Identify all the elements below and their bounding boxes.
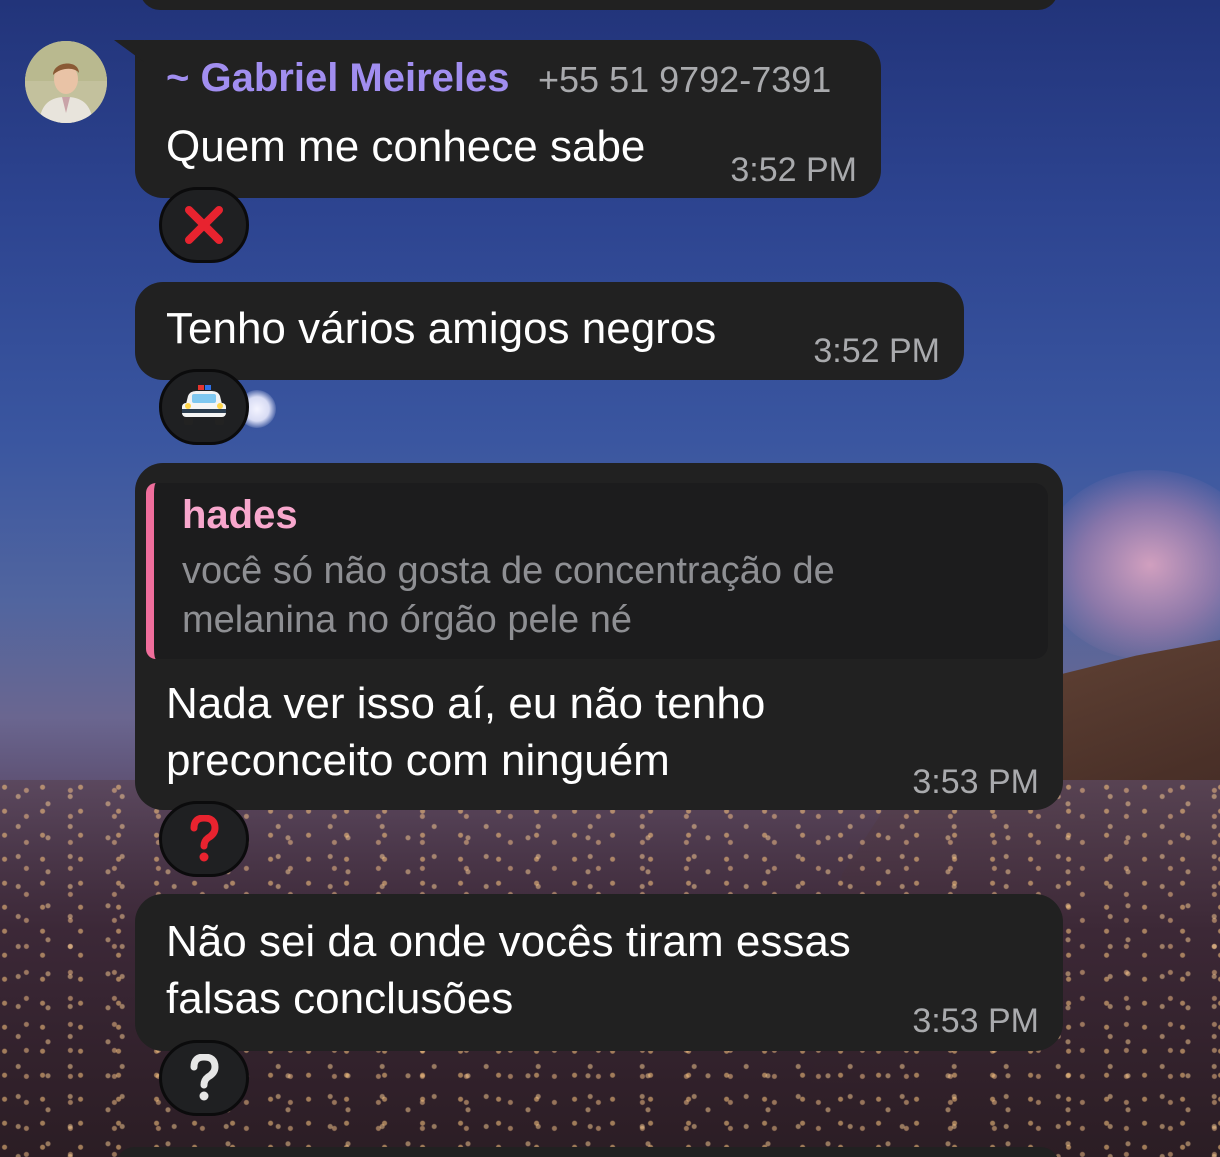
message-bubble[interactable]: ~ Gabriel Meireles +55 51 9792-7391 Quem… xyxy=(135,40,881,198)
message-bubble[interactable]: hades você só não gosta de concentração … xyxy=(135,463,1063,810)
message-time: 3:52 PM xyxy=(813,332,940,370)
reply-quote[interactable]: hades você só não gosta de concentração … xyxy=(146,483,1048,659)
sender-avatar[interactable] xyxy=(25,41,107,123)
message-text: Tenho vários amigos negros xyxy=(166,304,717,353)
message-text: Nada ver isso aí, eu não tenho preconcei… xyxy=(166,675,765,789)
message-time: 3:53 PM xyxy=(912,763,1039,801)
red-question-mark-icon xyxy=(190,815,219,862)
reaction-badge[interactable] xyxy=(159,1040,249,1116)
message-text-line: preconceito com ninguém xyxy=(166,736,670,785)
message-time: 3:52 PM xyxy=(730,151,857,189)
reply-text-line: melanina no órgão pele né xyxy=(182,599,633,641)
reaction-badge[interactable] xyxy=(159,187,249,263)
sender-phone: +55 51 9792-7391 xyxy=(538,59,832,100)
sender-name[interactable]: ~ Gabriel Meireles xyxy=(166,56,510,101)
message-list[interactable]: ~ Gabriel Meireles +55 51 9792-7391 Quem… xyxy=(0,0,1220,1157)
avatar-photo xyxy=(25,41,107,123)
cross-mark-icon xyxy=(185,206,223,244)
next-message-bubble[interactable] xyxy=(115,1147,1060,1157)
message-text-line: Não sei da onde vocês tiram essas xyxy=(166,917,851,966)
reply-sender-name: hades xyxy=(182,493,298,537)
previous-message-bubble[interactable] xyxy=(140,0,1058,10)
reply-text: você só não gosta de concentração de mel… xyxy=(182,547,835,645)
message-text: Não sei da onde vocês tiram essas falsas… xyxy=(166,913,851,1027)
message-text: Quem me conhece sabe xyxy=(166,122,646,171)
message-text-line: falsas conclusões xyxy=(166,974,514,1023)
message-bubble[interactable]: Tenho vários amigos negros 3:52 PM xyxy=(135,282,964,380)
reaction-badge[interactable] xyxy=(159,801,249,877)
reply-text-line: você só não gosta de concentração de xyxy=(182,550,835,592)
message-bubble[interactable]: Não sei da onde vocês tiram essas falsas… xyxy=(135,894,1063,1051)
message-time: 3:53 PM xyxy=(912,1002,1039,1040)
bubble-tail xyxy=(114,40,144,62)
reaction-badge[interactable] xyxy=(159,369,249,445)
message-text-line: Nada ver isso aí, eu não tenho xyxy=(166,679,766,728)
police-car-icon xyxy=(182,385,226,425)
white-question-mark-icon xyxy=(190,1054,219,1101)
